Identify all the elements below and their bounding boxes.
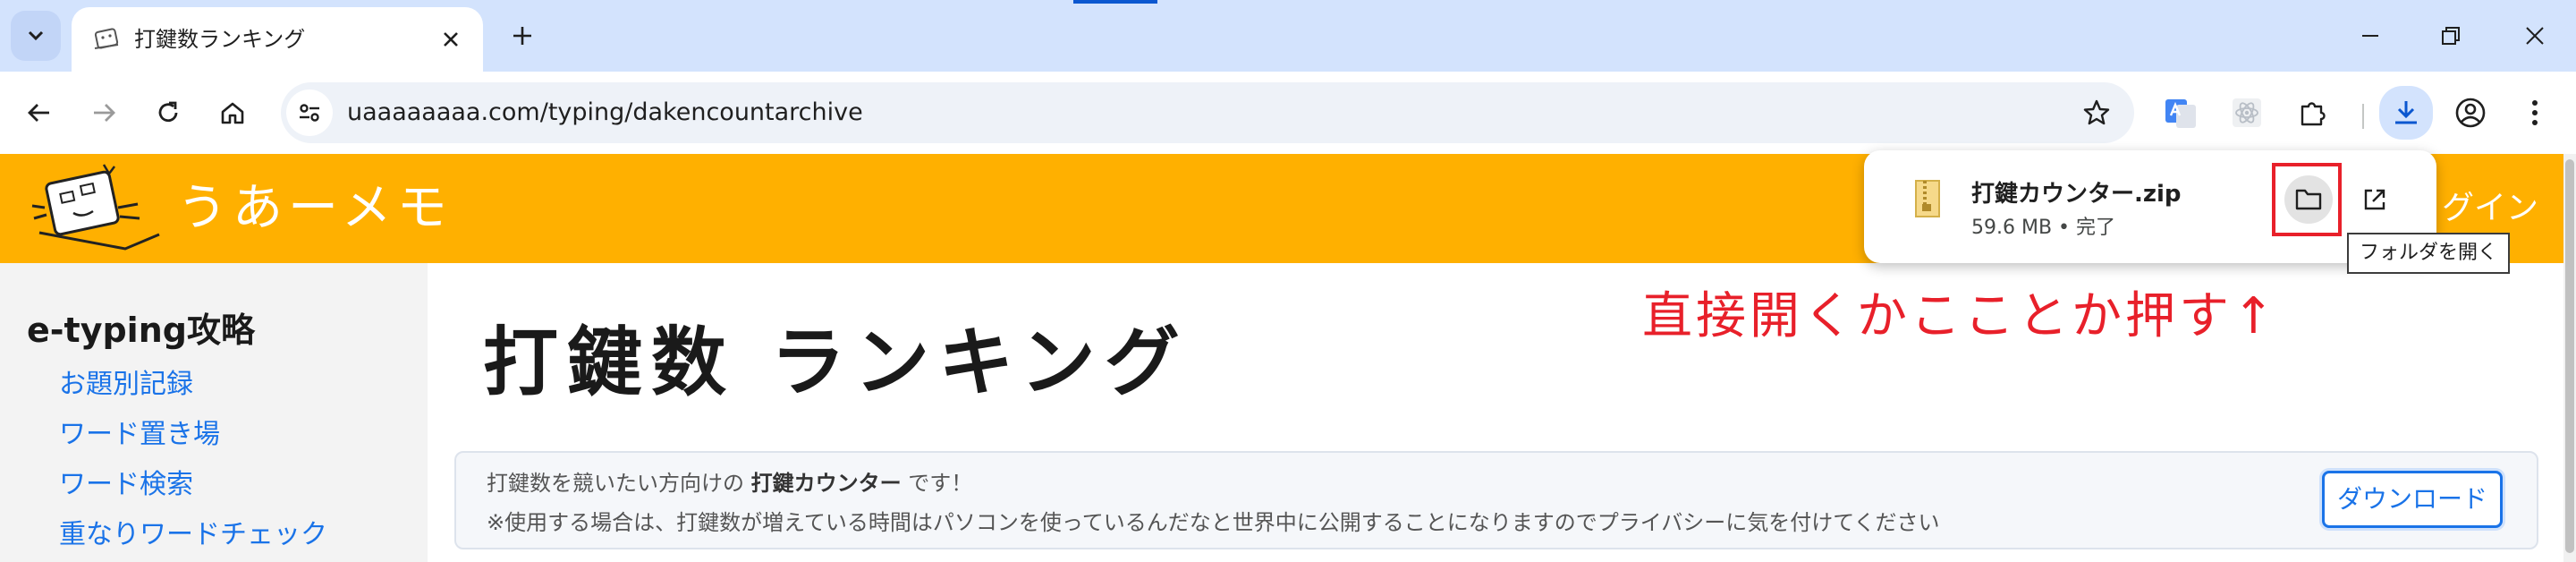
info-suffix: です！	[908, 471, 973, 496]
arrow-left-icon	[28, 104, 49, 122]
sidebar-item-word-search[interactable]: ワード検索	[59, 460, 327, 510]
account-circle-icon	[2455, 98, 2486, 128]
star-icon	[2083, 99, 2110, 125]
sidebar-heading: e-typing攻略	[27, 311, 255, 350]
sidebar-item-odai-records[interactable]: お題別記録	[59, 360, 327, 410]
minimize-button[interactable]	[2349, 14, 2392, 57]
info-box: 打鍵数を競いたい方向けの 打鍵カウンター です！ ※使用する場合は、打鍵数が増え…	[454, 451, 2538, 549]
downloads-button[interactable]	[2379, 86, 2433, 140]
open-file-button[interactable]	[2351, 175, 2399, 224]
download-filename[interactable]: 打鍵カウンター.zip	[1971, 175, 2182, 209]
scrollbar-thumb[interactable]	[2565, 159, 2574, 553]
react-devtools-icon	[2233, 98, 2261, 127]
chevron-down-icon	[28, 30, 44, 41]
zip-file-icon	[1915, 180, 1940, 217]
translate-extension-button[interactable]	[2157, 89, 2204, 136]
extension-button[interactable]	[2224, 89, 2270, 136]
tab-title: 打鍵数ランキング	[134, 27, 306, 52]
chrome-menu-button[interactable]	[2512, 89, 2558, 136]
close-icon	[2526, 27, 2544, 45]
restore-icon	[2442, 27, 2460, 45]
download-icon	[2395, 101, 2417, 124]
plus-icon	[513, 27, 531, 45]
puzzle-icon	[2301, 102, 2326, 126]
home-button[interactable]	[211, 91, 254, 134]
info-line-1: 打鍵数を競いたい方向けの 打鍵カウンター です！	[487, 465, 972, 497]
tune-icon	[300, 104, 319, 122]
red-highlight-box	[2272, 163, 2342, 236]
new-tab-button[interactable]	[503, 16, 542, 55]
browser-toolbar: uaaaaaaaa.com/typing/dakencountarchive	[0, 72, 2576, 154]
privacy-note: ※使用する場合は、打鍵数が増えている時間はパソコンを使っているんだなと世界中に公…	[487, 510, 1940, 535]
minimize-icon	[2362, 35, 2378, 37]
site-favicon-icon	[94, 28, 119, 49]
profile-button[interactable]	[2447, 89, 2494, 136]
sidebar-item-word-storage[interactable]: ワード置き場	[59, 410, 327, 460]
sidebar: e-typing攻略 お題別記録 ワード置き場 ワード検索 重なりワードチェック	[0, 263, 428, 562]
reload-icon	[158, 101, 178, 123]
restore-button[interactable]	[2429, 14, 2472, 57]
forward-button[interactable]	[82, 91, 125, 134]
url-text[interactable]: uaaaaaaaa.com/typing/dakencountarchive	[347, 82, 863, 143]
site-title[interactable]: うあーメモ	[177, 154, 453, 263]
sidebar-list: お題別記録 ワード置き場 ワード検索 重なりワードチェック	[59, 360, 327, 560]
google-translate-icon	[2165, 99, 2196, 128]
more-vertical-icon	[2532, 100, 2538, 125]
reload-button[interactable]	[147, 91, 190, 134]
red-annotation: 直接開くかこことか押す↑	[1642, 287, 2278, 345]
tabstrip-accent	[1073, 0, 1157, 4]
site-logo[interactable]	[25, 159, 168, 260]
site-info-button[interactable]	[286, 89, 333, 136]
page-title: 打鍵数 ランキング	[483, 319, 1189, 406]
tab-search-button[interactable]	[11, 11, 61, 61]
open-external-icon	[2364, 189, 2385, 210]
close-icon	[444, 32, 458, 47]
address-bar[interactable]: uaaaaaaaa.com/typing/dakencountarchive	[281, 82, 2134, 143]
arrow-right-icon	[94, 104, 115, 122]
bookmark-button[interactable]	[2075, 91, 2118, 134]
extensions-menu-button[interactable]	[2290, 89, 2336, 136]
active-tab[interactable]: 打鍵数ランキング	[72, 7, 483, 72]
tab-strip: 打鍵数ランキング	[0, 0, 2576, 72]
close-window-button[interactable]	[2513, 14, 2556, 57]
download-status: 59.6 MB • 完了	[1971, 217, 2116, 239]
tab-close-button[interactable]	[436, 25, 465, 54]
download-button[interactable]: ダウンロード	[2322, 471, 2503, 528]
toolbar-separator	[2362, 104, 2364, 129]
open-folder-tooltip: フォルダを開く	[2347, 233, 2511, 274]
back-button[interactable]	[18, 91, 61, 134]
info-prefix: 打鍵数を競いたい方向けの	[487, 471, 744, 496]
sidebar-item-overlap-check[interactable]: 重なりワードチェック	[59, 510, 327, 560]
counter-name: 打鍵カウンター	[750, 471, 902, 496]
home-icon	[221, 102, 244, 124]
